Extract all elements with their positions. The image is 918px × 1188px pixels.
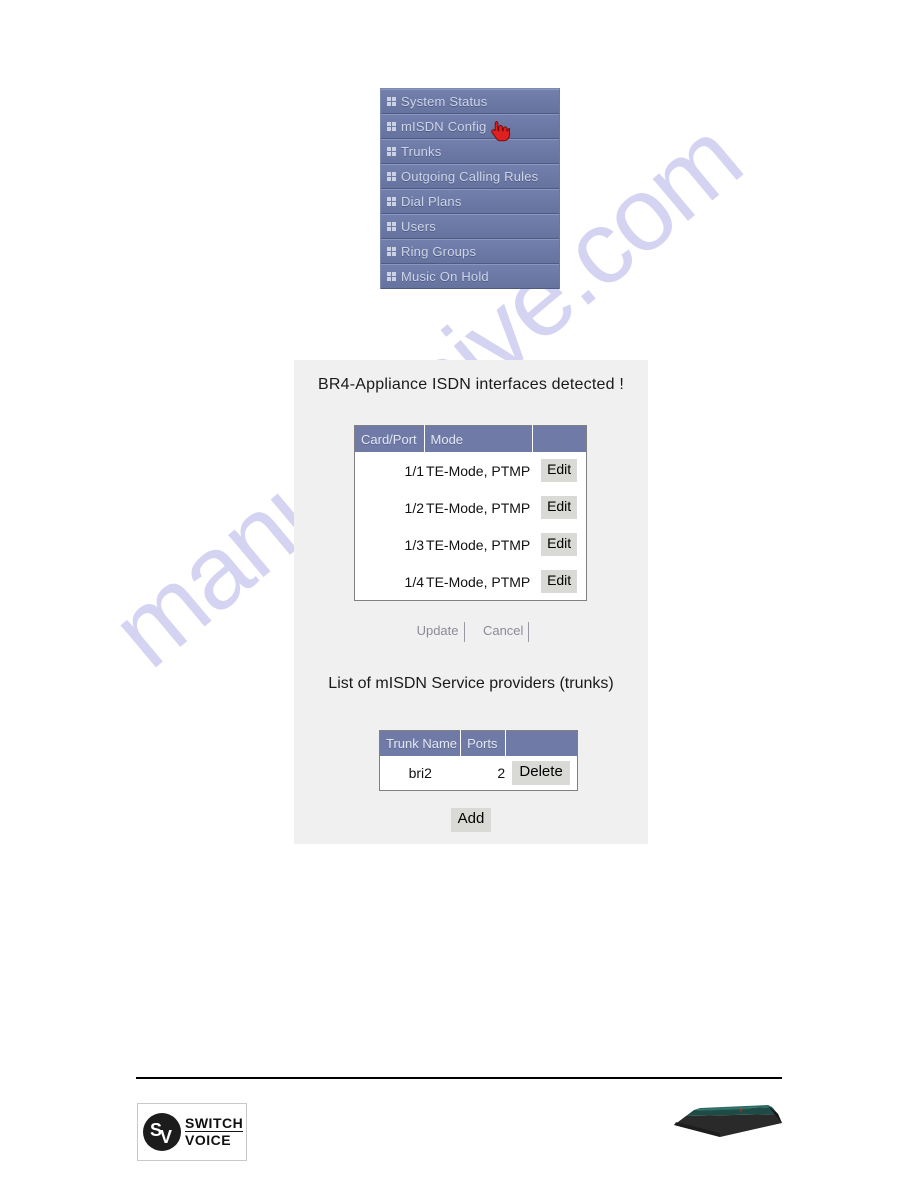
cell-card-port: 1/2 — [354, 489, 425, 526]
cell-action: Edit — [532, 489, 587, 526]
grid-icon — [387, 122, 396, 131]
table-row: 1/1 TE-Mode, PTMP Edit — [354, 452, 587, 489]
cell-trunk-name: bri2 — [379, 756, 461, 791]
grid-icon — [387, 172, 396, 181]
grid-icon — [387, 197, 396, 206]
grid-icon — [387, 222, 396, 231]
footer-divider — [136, 1077, 782, 1079]
edit-button[interactable]: Edit — [541, 496, 578, 519]
add-actions: Add — [294, 808, 648, 832]
cell-mode: TE-Mode, PTMP — [424, 526, 533, 563]
cell-action: Delete — [505, 756, 578, 791]
cell-card-port: 1/3 — [354, 526, 425, 563]
sidebar-item-outgoing-calling-rules[interactable]: Outgoing Calling Rules — [381, 164, 559, 189]
switchvoice-logo: S V SWITCH VOICE — [137, 1103, 247, 1161]
grid-icon — [387, 247, 396, 256]
cell-card-port: 1/4 — [354, 563, 425, 601]
column-header-trunk-name: Trunk Name — [379, 730, 462, 756]
sv-monogram-icon: S V — [143, 1113, 181, 1151]
trunks-section-title: List of mISDN Service providers (trunks) — [328, 675, 614, 692]
edit-button[interactable]: Edit — [541, 570, 578, 593]
sidebar-item-users[interactable]: Users — [381, 214, 559, 239]
column-header-mode: Mode — [424, 425, 533, 452]
cell-action: Edit — [532, 526, 587, 563]
logo-word-bottom: VOICE — [185, 1131, 244, 1148]
table-row: bri2 2 Delete — [379, 756, 578, 791]
table-row: 1/4 TE-Mode, PTMP Edit — [354, 563, 587, 601]
table-header-row: Trunk Name Ports — [379, 730, 578, 757]
table-header-row: Card/Port Mode — [354, 425, 587, 453]
form-actions: Update Cancel — [294, 622, 648, 642]
isdn-appliance-photo — [668, 1098, 788, 1152]
column-header-actions — [505, 731, 577, 757]
cell-action: Edit — [532, 563, 587, 601]
sidebar-item-label: System Status — [401, 94, 488, 109]
pointing-hand-cursor-icon — [486, 118, 512, 144]
edit-button[interactable]: Edit — [541, 459, 578, 482]
edit-button[interactable]: Edit — [541, 533, 578, 556]
cell-ports: 2 — [460, 756, 506, 791]
grid-icon — [387, 272, 396, 281]
column-header-card-port: Card/Port — [354, 425, 425, 452]
logo-monogram-v: V — [160, 1127, 173, 1147]
column-header-ports: Ports — [460, 730, 506, 756]
logo-wordmark: SWITCH VOICE — [185, 1115, 244, 1148]
sidebar-item-label: Dial Plans — [401, 194, 462, 209]
grid-icon — [387, 97, 396, 106]
sidebar-item-trunks[interactable]: Trunks — [381, 139, 559, 164]
trunks-table: Trunk Name Ports bri2 2 Delete — [379, 730, 578, 791]
add-button[interactable]: Add — [450, 808, 492, 832]
cancel-button[interactable]: Cancel — [479, 622, 530, 642]
table-row: 1/2 TE-Mode, PTMP Edit — [354, 489, 587, 526]
sidebar-item-ring-groups[interactable]: Ring Groups — [381, 239, 559, 264]
column-header-actions — [532, 426, 586, 453]
sidebar-item-label: Trunks — [401, 144, 442, 159]
sidebar-item-dial-plans[interactable]: Dial Plans — [381, 189, 559, 214]
logo-word-top: SWITCH — [185, 1115, 244, 1132]
update-button[interactable]: Update — [413, 622, 465, 642]
sidebar-item-system-status[interactable]: System Status — [381, 89, 559, 114]
isdn-interfaces-table: Card/Port Mode 1/1 TE-Mode, PTMP Edit 1/… — [354, 425, 587, 601]
sidebar-item-label: Ring Groups — [401, 244, 477, 259]
sidebar-item-misdn-config[interactable]: mISDN Config — [381, 114, 559, 139]
cell-mode: TE-Mode, PTMP — [424, 489, 533, 526]
cell-action: Edit — [532, 452, 587, 489]
table-row: 1/3 TE-Mode, PTMP Edit — [354, 526, 587, 563]
grid-icon — [387, 147, 396, 156]
sidebar-item-label: mISDN Config — [401, 119, 487, 134]
delete-button[interactable]: Delete — [512, 761, 570, 785]
sidebar-item-label: Users — [401, 219, 436, 234]
sidebar-menu: System Status mISDN Config Trunks Outgoi… — [380, 88, 560, 289]
cell-mode: TE-Mode, PTMP — [424, 452, 533, 489]
sidebar-item-label: Music On Hold — [401, 269, 489, 284]
sidebar-item-label: Outgoing Calling Rules — [401, 169, 539, 184]
misdn-config-panel: BR4-Appliance ISDN interfaces detected !… — [294, 360, 648, 844]
sidebar-item-music-on-hold[interactable]: Music On Hold — [381, 264, 559, 289]
page-title: BR4-Appliance ISDN interfaces detected ! — [318, 376, 624, 393]
cell-card-port: 1/1 — [354, 452, 425, 489]
cell-mode: TE-Mode, PTMP — [424, 563, 533, 601]
